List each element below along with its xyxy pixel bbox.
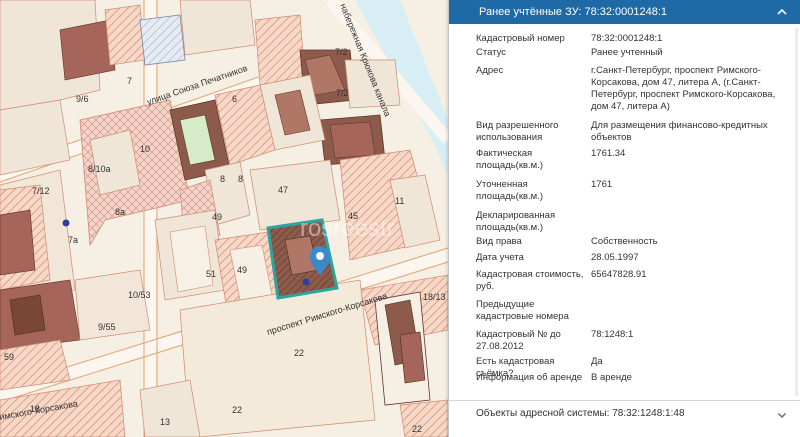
chevron-down-icon[interactable] — [777, 410, 787, 420]
row-right-type: Вид права Собственность — [476, 236, 658, 247]
svg-text:7/2: 7/2 — [336, 88, 349, 98]
info-panel-header[interactable]: Ранее учтённые ЗУ: 78:32:0001248:1 — [449, 0, 800, 24]
svg-text:7а: 7а — [68, 235, 78, 245]
row-number-before-2012: Кадастровый № до 27.08.2012 78:1248:1 — [476, 329, 634, 352]
row-actual-area: Фактическая площадь(кв.м.) 1761.34 — [476, 148, 626, 171]
svg-text:8: 8 — [238, 174, 243, 184]
row-lease-info: Информация об аренде В аренде — [476, 372, 632, 383]
svg-text:8/10а: 8/10а — [88, 164, 111, 174]
row-status: Статус Ранее учтенный — [476, 47, 663, 58]
svg-text:11: 11 — [395, 196, 404, 206]
row-cadastral-number: Кадастровый номер 78:32:0001248:1 — [476, 33, 663, 44]
svg-text:51: 51 — [206, 269, 216, 279]
svg-text:22: 22 — [294, 348, 304, 358]
svg-text:59: 59 — [4, 352, 14, 362]
svg-text:10/53: 10/53 — [128, 290, 151, 300]
address-objects-title: Объекты адресной системы: 78:32:1248:1:4… — [476, 408, 685, 419]
svg-text:22: 22 — [412, 424, 422, 434]
svg-text:45: 45 — [348, 211, 358, 221]
svg-text:49: 49 — [237, 265, 247, 275]
chevron-up-icon[interactable] — [776, 6, 788, 18]
row-registration-date: Дата учета 28.05.1997 — [476, 252, 639, 263]
svg-text:22: 22 — [232, 405, 242, 415]
svg-text:49: 49 — [212, 212, 222, 222]
info-panel: Ранее учтённые ЗУ: 78:32:0001248:1 Кадас… — [448, 0, 800, 437]
address-objects-section[interactable]: Объекты адресной системы: 78:32:1248:1:4… — [449, 400, 800, 426]
svg-text:9/55: 9/55 — [98, 322, 116, 332]
row-address: Адрес г.Санкт-Петербург, проспект Римско… — [476, 65, 776, 112]
svg-text:7/12: 7/12 — [32, 186, 50, 196]
row-previous-numbers: Предыдущие кадастровые номера — [476, 299, 569, 322]
svg-text:8: 8 — [220, 174, 225, 184]
svg-text:7/2: 7/2 — [335, 47, 348, 57]
info-panel-body: Кадастровый номер 78:32:0001248:1 Статус… — [449, 24, 800, 400]
svg-text:13: 13 — [160, 417, 170, 427]
svg-text:9/6: 9/6 — [76, 94, 89, 104]
map-point — [62, 219, 70, 227]
row-cadastral-value: Кадастровая стоимость, руб. 65647828.91 — [476, 269, 647, 292]
svg-text:47: 47 — [278, 185, 288, 195]
row-refined-area: Уточненная площадь(кв.м.) 1761 — [476, 179, 613, 202]
svg-text:18/13: 18/13 — [423, 292, 446, 302]
svg-text:10: 10 — [140, 144, 150, 154]
row-permitted-use: Вид разрешенного использования Для разме… — [476, 120, 768, 143]
info-panel-title: Ранее учтённые ЗУ: 78:32:0001248:1 — [479, 6, 668, 18]
svg-text:6: 6 — [232, 94, 237, 104]
svg-text:7: 7 — [127, 76, 132, 86]
panel-scrollbar[interactable] — [795, 28, 798, 396]
row-declared-area: Декларированная площадь(кв.м.) — [476, 210, 556, 233]
svg-text:8а: 8а — [115, 207, 125, 217]
